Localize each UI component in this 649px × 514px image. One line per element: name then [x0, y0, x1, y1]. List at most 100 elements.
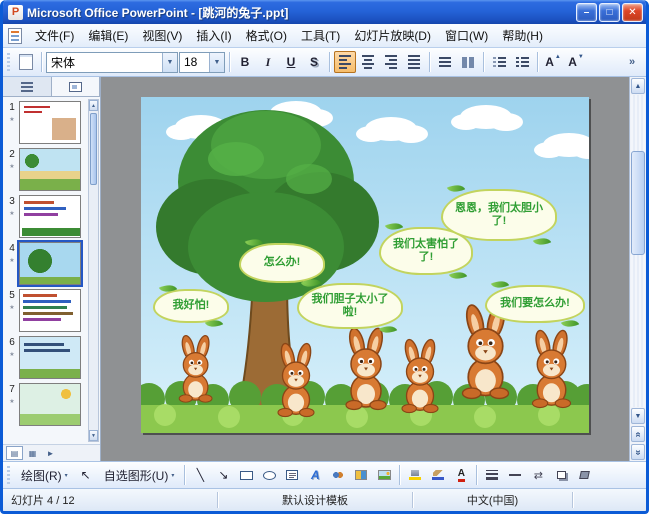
- close-button[interactable]: ✕: [622, 2, 643, 22]
- speech-bubble[interactable]: 恩恩，我们太胆小了!: [441, 189, 557, 241]
- arrow-tool-button[interactable]: ↘: [212, 464, 234, 486]
- previous-slide-button[interactable]: «: [631, 426, 645, 442]
- slide-thumbnail[interactable]: [19, 148, 81, 191]
- menu-insert[interactable]: 插入(I): [189, 24, 238, 47]
- autoshapes-menu-button[interactable]: 自选图形(U) ▾: [98, 465, 181, 486]
- menu-view[interactable]: 视图(V): [135, 24, 189, 47]
- bold-button[interactable]: B: [234, 51, 256, 73]
- speech-bubble[interactable]: 我们胆子太小了啦!: [297, 283, 403, 329]
- speech-bubble[interactable]: 我们要怎么办!: [485, 285, 585, 323]
- decrease-font-size-button[interactable]: A ▼: [565, 51, 587, 73]
- scrollbar-track[interactable]: [631, 95, 645, 407]
- line-style-button[interactable]: [481, 464, 503, 486]
- design-template-status[interactable]: 默认设计模板: [218, 492, 413, 508]
- menu-format[interactable]: 格式(O): [239, 24, 294, 47]
- fill-color-button[interactable]: [404, 464, 426, 486]
- line-color-button[interactable]: [427, 464, 449, 486]
- chevron-down-icon[interactable]: ▼: [162, 52, 177, 72]
- normal-view-button[interactable]: ▤: [6, 446, 23, 460]
- diagram-button[interactable]: [327, 464, 349, 486]
- scroll-up-button[interactable]: ▲: [89, 100, 98, 111]
- clipart-button[interactable]: [350, 464, 372, 486]
- align-center-button[interactable]: [357, 51, 379, 73]
- toolbar-grip[interactable]: [7, 53, 10, 71]
- tab-slides[interactable]: [51, 77, 100, 96]
- align-center-icon: [362, 55, 374, 69]
- menu-window[interactable]: 窗口(W): [438, 24, 495, 47]
- align-left-button[interactable]: [334, 51, 356, 73]
- 3d-style-button[interactable]: [573, 464, 595, 486]
- scroll-down-button[interactable]: ▼: [89, 430, 98, 441]
- next-slide-button[interactable]: »: [631, 444, 645, 460]
- scroll-down-button[interactable]: ▼: [631, 408, 645, 424]
- font-name-select[interactable]: 宋体 ▼: [46, 51, 178, 73]
- toolbar-options-button[interactable]: »: [621, 51, 643, 73]
- tab-outline[interactable]: [3, 77, 52, 96]
- draw-menu-button[interactable]: 绘图(R) ▾: [15, 465, 74, 486]
- slide-thumbnail[interactable]: [19, 336, 81, 379]
- slide-canvas[interactable]: 我好怕! 怎么办! 我们胆子太小了啦! 我们太害怕了了! 恩恩，我们太胆小了! …: [141, 97, 589, 433]
- menu-tools[interactable]: 工具(T): [294, 24, 347, 47]
- shadow-style-button[interactable]: [550, 464, 572, 486]
- speech-bubble[interactable]: 我好怕!: [153, 289, 229, 323]
- slide-thumbnail[interactable]: [19, 289, 81, 332]
- bullet-list-button[interactable]: [511, 51, 533, 73]
- slide-item-7[interactable]: 7 ★: [5, 383, 86, 426]
- wordart-button[interactable]: A: [304, 464, 326, 486]
- slide-thumbnail[interactable]: [19, 195, 81, 238]
- slideshow-view-button[interactable]: ►: [42, 446, 59, 460]
- select-objects-button[interactable]: ↖: [75, 464, 97, 486]
- columns-button[interactable]: [457, 51, 479, 73]
- new-slide-button[interactable]: [15, 51, 37, 73]
- slide-item-2[interactable]: 2 ★: [5, 148, 86, 191]
- menu-file[interactable]: 文件(F): [28, 24, 81, 47]
- scrollbar-thumb[interactable]: [90, 113, 97, 185]
- slide-thumbnail[interactable]: [19, 383, 81, 426]
- arrow-style-button[interactable]: ⇄: [527, 464, 549, 486]
- italic-button[interactable]: I: [257, 51, 279, 73]
- slide-item-6[interactable]: 6 ★: [5, 336, 86, 379]
- underline-button[interactable]: U: [280, 51, 302, 73]
- slide-number: 7: [9, 384, 15, 395]
- align-right-button[interactable]: [380, 51, 402, 73]
- menu-edit[interactable]: 编辑(E): [81, 24, 135, 47]
- increase-font-size-button[interactable]: A ▲: [542, 51, 564, 73]
- slide-sorter-view-button[interactable]: ▦: [24, 446, 41, 460]
- line-tool-button[interactable]: ╲: [189, 464, 211, 486]
- scroll-up-button[interactable]: ▲: [631, 78, 645, 94]
- chevron-down-icon[interactable]: ▼: [209, 52, 224, 72]
- dash-style-icon: [509, 474, 522, 476]
- insert-picture-button[interactable]: [373, 464, 395, 486]
- slide-item-4[interactable]: 4 ★: [5, 240, 86, 287]
- language-status[interactable]: 中文(中国): [413, 492, 573, 508]
- slide-thumbnail[interactable]: [19, 101, 81, 144]
- vertical-scrollbar[interactable]: ▲ ▼ « »: [629, 77, 646, 461]
- text-shadow-button[interactable]: S: [303, 51, 325, 73]
- numbered-list-button[interactable]: [488, 51, 510, 73]
- rectangle-tool-button[interactable]: [235, 464, 257, 486]
- maximize-button[interactable]: □: [599, 2, 620, 22]
- shadow-style-icon: [556, 471, 566, 479]
- oval-tool-button[interactable]: [258, 464, 280, 486]
- animation-indicator-icon: ★: [9, 117, 15, 123]
- textbox-tool-button[interactable]: [281, 464, 303, 486]
- menu-slideshow[interactable]: 幻灯片放映(D): [347, 24, 438, 47]
- slide-thumbnail[interactable]: [17, 240, 83, 287]
- slide-item-3[interactable]: 3 ★: [5, 195, 86, 238]
- scrollbar-thumb[interactable]: [631, 151, 645, 255]
- title-bar[interactable]: P Microsoft Office PowerPoint - [跳河的兔子.p…: [3, 0, 646, 24]
- minimize-button[interactable]: –: [576, 2, 597, 22]
- toolbar-grip[interactable]: [7, 466, 10, 484]
- font-size-select[interactable]: 18 ▼: [179, 51, 225, 73]
- panel-scrollbar[interactable]: ▲ ▼: [88, 99, 99, 442]
- speech-bubble[interactable]: 怎么办!: [239, 243, 325, 283]
- line-spacing-button[interactable]: [434, 51, 456, 73]
- slide-item-1[interactable]: 1 ★: [5, 101, 86, 144]
- dash-style-button[interactable]: [504, 464, 526, 486]
- slide-item-5[interactable]: 5 ★: [5, 289, 86, 332]
- animation-indicator-icon: ★: [9, 211, 15, 217]
- menu-help[interactable]: 帮助(H): [495, 24, 550, 47]
- justify-button[interactable]: [403, 51, 425, 73]
- slide-editor-area: 我好怕! 怎么办! 我们胆子太小了啦! 我们太害怕了了! 恩恩，我们太胆小了! …: [101, 77, 629, 461]
- font-color-button[interactable]: A: [450, 464, 472, 486]
